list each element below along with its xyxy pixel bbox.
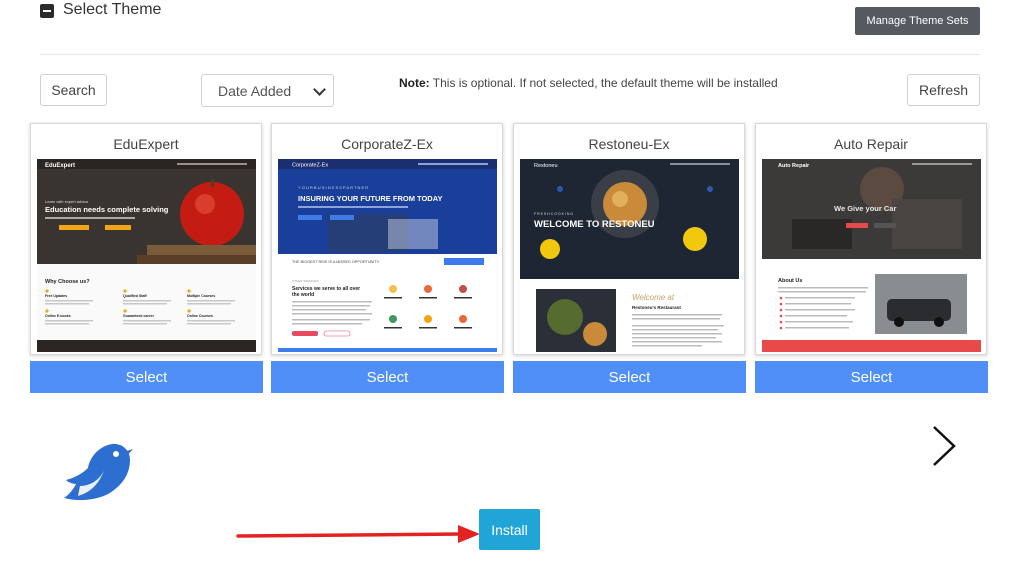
svg-text:Y O U R B U S I N E S S P: Y O U R B U S I N E S S P A R T N E R bbox=[298, 185, 368, 190]
install-button[interactable]: Install bbox=[479, 509, 540, 550]
svg-text:Multiple Courses: Multiple Courses bbox=[187, 294, 215, 298]
theme-card-auto-repair[interactable]: Auto Repair Auto Repair We Give your Car… bbox=[755, 123, 987, 355]
theme-name: Auto Repair bbox=[834, 136, 908, 152]
preview-brand: CorporateZ-Ex bbox=[292, 163, 328, 169]
chevron-right-icon[interactable] bbox=[924, 424, 964, 468]
preview-brand: Restoneu bbox=[534, 163, 558, 169]
header-divider bbox=[40, 54, 980, 55]
theme-preview-corporatez-ex: CorporateZ-Ex Y O U R B U S I N E S S P … bbox=[278, 159, 497, 352]
theme-preview-auto-repair: Auto Repair We Give your Car About Us bbox=[762, 159, 981, 352]
search-button[interactable]: Search bbox=[40, 74, 107, 106]
preview-hero-text: WELCOME TO RESTONEU bbox=[534, 219, 655, 230]
select-button-corporatez-ex[interactable]: Select bbox=[271, 361, 504, 393]
svg-text:OTHER SERVICES: OTHER SERVICES bbox=[292, 279, 318, 283]
preview-hero-text: INSURING YOUR FUTURE FROM TODAY bbox=[298, 194, 442, 203]
preview-brand: Auto Repair bbox=[778, 163, 810, 169]
section-title: Select Theme bbox=[63, 1, 162, 18]
theme-card-corporatez-ex[interactable]: CorporateZ-Ex CorporateZ-Ex Y O U R B U … bbox=[271, 123, 503, 355]
sort-select[interactable]: Date Added bbox=[201, 74, 334, 107]
preview-strip-text: THE BIGGEST RISK IS A MISSED OPPORTUNITY… bbox=[292, 260, 380, 264]
preview-script: Welcome at bbox=[632, 293, 675, 302]
collapse-toggle-icon[interactable] bbox=[40, 4, 54, 18]
bird-logo-icon bbox=[64, 443, 133, 501]
svg-text:Free Updates: Free Updates bbox=[45, 294, 67, 298]
svg-text:Qualified Staff: Qualified Staff bbox=[123, 294, 148, 298]
preview-section: Restoneu's Restaurant bbox=[632, 305, 681, 310]
theme-preview-restoneu-ex: Restoneu F R E S H C O O K I N G WELCOME… bbox=[520, 159, 739, 352]
select-button-auto-repair[interactable]: Select bbox=[755, 361, 988, 393]
refresh-button[interactable]: Refresh bbox=[907, 74, 980, 106]
select-button-eduexpert[interactable]: Select bbox=[30, 361, 263, 393]
svg-text:Guaranteed career: Guaranteed career bbox=[123, 314, 155, 318]
theme-name: CorporateZ-Ex bbox=[341, 136, 433, 152]
theme-name: Restoneu-Ex bbox=[588, 136, 670, 152]
theme-name: EduExpert bbox=[113, 136, 179, 152]
preview-hero-text: We Give your Car bbox=[834, 204, 896, 213]
preview-section: Why Choose us? bbox=[45, 279, 90, 285]
svg-text:Learn with expert advice: Learn with expert advice bbox=[45, 199, 89, 204]
note-text: This is optional. If not selected, the d… bbox=[432, 76, 778, 90]
sort-select-value: Date Added bbox=[218, 82, 292, 99]
svg-text:Online Courses: Online Courses bbox=[187, 314, 213, 318]
preview-brand: EduExpert bbox=[45, 163, 75, 169]
note-label: Note: bbox=[399, 76, 430, 90]
theme-preview-eduexpert: EduExpert Learn with expert advice Educa… bbox=[37, 159, 256, 352]
theme-card-restoneu-ex[interactable]: Restoneu-Ex Restoneu F R E S H C O O K I… bbox=[513, 123, 745, 355]
select-button-restoneu-ex[interactable]: Select bbox=[513, 361, 746, 393]
annotation-arrow-icon bbox=[236, 525, 480, 543]
theme-card-eduexpert[interactable]: EduExpert EduExpert Learn with expert ad… bbox=[30, 123, 262, 355]
optional-note: Note: This is optional. If not selected,… bbox=[399, 76, 778, 90]
chevron-down-icon bbox=[313, 83, 326, 96]
manage-theme-sets-button[interactable]: Manage Theme Sets bbox=[855, 7, 980, 35]
svg-text:Online E-books: Online E-books bbox=[45, 314, 71, 318]
preview-section: About Us bbox=[778, 278, 802, 284]
preview-hero-text: Education needs complete solving bbox=[45, 205, 169, 214]
svg-text:the world: the world bbox=[292, 292, 314, 298]
svg-text:F R E S H C O O K I N G: F R E S H C O O K I N G bbox=[534, 212, 573, 216]
